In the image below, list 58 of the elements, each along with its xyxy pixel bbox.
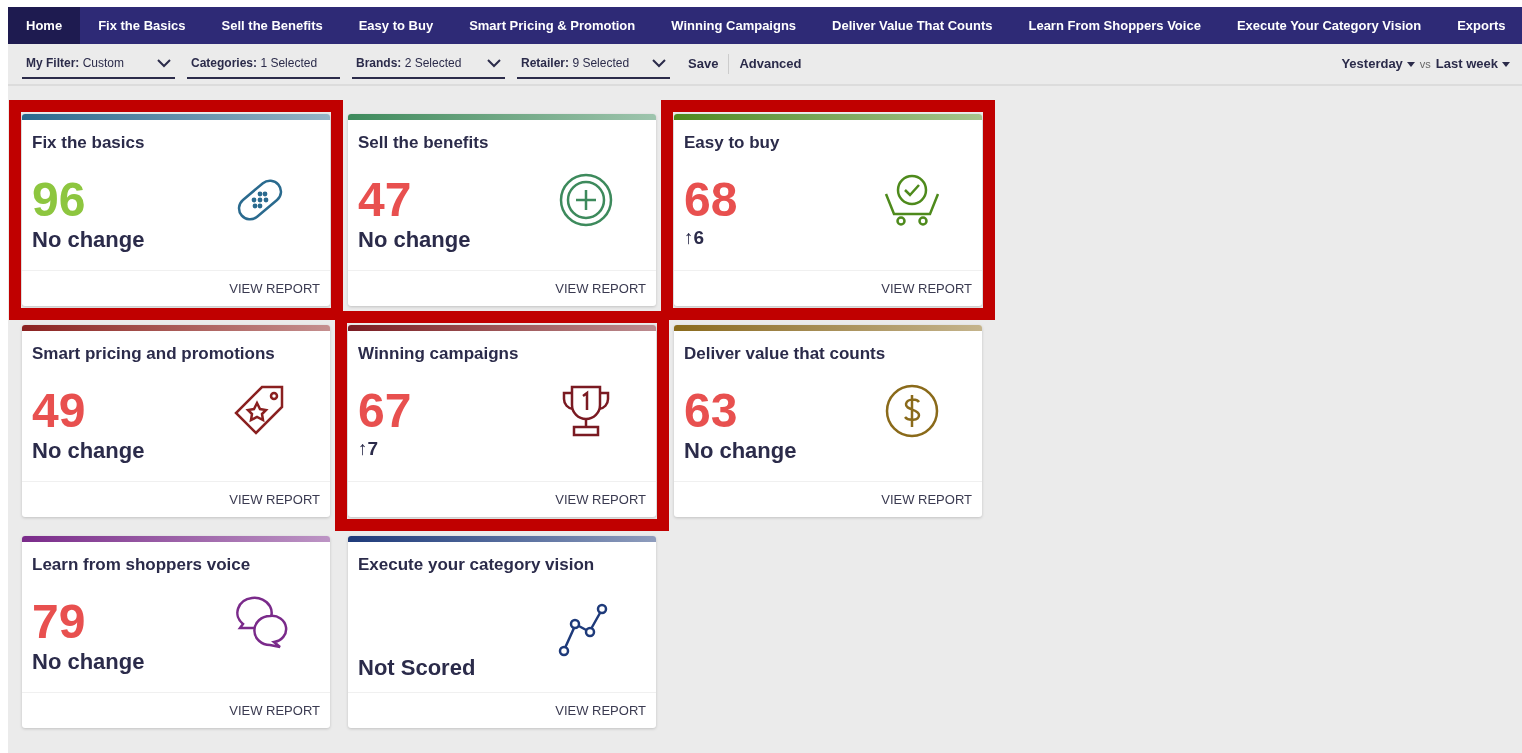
nav-tab[interactable]: Home — [8, 7, 81, 44]
card-title: Sell the benefits — [358, 132, 490, 154]
change-text: No change — [32, 437, 146, 465]
score-value: 49 — [32, 385, 87, 437]
change-text: Not Scored — [358, 654, 477, 682]
view-report-link[interactable]: VIEW REPORT — [555, 489, 646, 510]
caret-down-icon — [1502, 61, 1510, 67]
cart-check-icon — [884, 172, 940, 228]
card-title: Fix the basics — [32, 132, 146, 154]
view-report-link[interactable]: VIEW REPORT — [881, 489, 972, 510]
plus-circle-icon — [558, 172, 614, 228]
card-title: Learn from shoppers voice — [32, 554, 252, 576]
change-text: ↑6 — [684, 226, 706, 250]
nav-tab[interactable]: Smart Pricing & Promotion — [451, 7, 654, 44]
period-dropdown[interactable]: Yesterday — [1341, 54, 1415, 74]
dollar-circle-icon — [884, 383, 940, 439]
score-value: 63 — [684, 385, 739, 437]
view-report-link[interactable]: VIEW REPORT — [229, 700, 320, 721]
card-title: Winning campaigns — [358, 343, 520, 365]
card-title: Deliver value that counts — [684, 343, 887, 365]
card-title: Smart pricing and promotions — [32, 343, 276, 365]
view-report-link[interactable]: VIEW REPORT — [229, 278, 320, 299]
vs-label: vs — [1419, 56, 1431, 72]
view-report-link[interactable]: VIEW REPORT — [555, 278, 646, 299]
view-report-link[interactable]: VIEW REPORT — [881, 278, 972, 299]
nav-tab[interactable]: Deliver Value That Counts — [814, 7, 1011, 44]
nav-tab[interactable]: Winning Campaigns — [653, 7, 815, 44]
nav-tab[interactable]: Fix the Basics — [80, 7, 204, 44]
score-value: 96 — [32, 174, 87, 226]
filter-dropdown[interactable]: Categories: 1 Selected — [187, 49, 340, 79]
change-text: No change — [358, 226, 472, 254]
change-text: No change — [32, 226, 146, 254]
change-text: ↑7 — [358, 437, 380, 461]
nav-tab[interactable]: Execute Your Category Vision — [1218, 7, 1440, 44]
score-value: 68 — [684, 174, 739, 226]
nav-tab[interactable]: Exports — [1439, 7, 1522, 44]
change-text: No change — [32, 648, 146, 676]
nav-tab[interactable]: Easy to Buy — [340, 7, 452, 44]
nav-tab[interactable]: Sell the Benefits — [203, 7, 341, 44]
card-title: Easy to buy — [684, 132, 781, 154]
view-report-link[interactable]: VIEW REPORT — [555, 700, 646, 721]
filter-dropdown[interactable]: My Filter: Custom — [22, 49, 175, 79]
nav-tab[interactable]: Learn From Shoppers Voice — [1010, 7, 1219, 44]
caret-down-icon — [1406, 61, 1415, 67]
change-text: No change — [684, 437, 798, 465]
score-value: 79 — [32, 596, 87, 648]
chevron-down-icon — [157, 58, 171, 68]
filter-action-button[interactable]: Save — [682, 54, 725, 74]
view-report-link[interactable]: VIEW REPORT — [229, 489, 320, 510]
filter-dropdown[interactable]: Retailer: 9 Selected — [517, 49, 670, 79]
chevron-down-icon — [487, 58, 501, 68]
filter-dropdown[interactable]: Brands: 2 Selected — [352, 49, 505, 79]
filter-action-button[interactable]: Advanced — [728, 54, 808, 74]
card-title: Execute your category vision — [358, 554, 596, 576]
score-value: 67 — [358, 385, 413, 437]
chevron-down-icon — [652, 58, 666, 68]
compare-period-dropdown[interactable]: Last week — [1435, 54, 1510, 74]
score-value: 47 — [358, 174, 413, 226]
